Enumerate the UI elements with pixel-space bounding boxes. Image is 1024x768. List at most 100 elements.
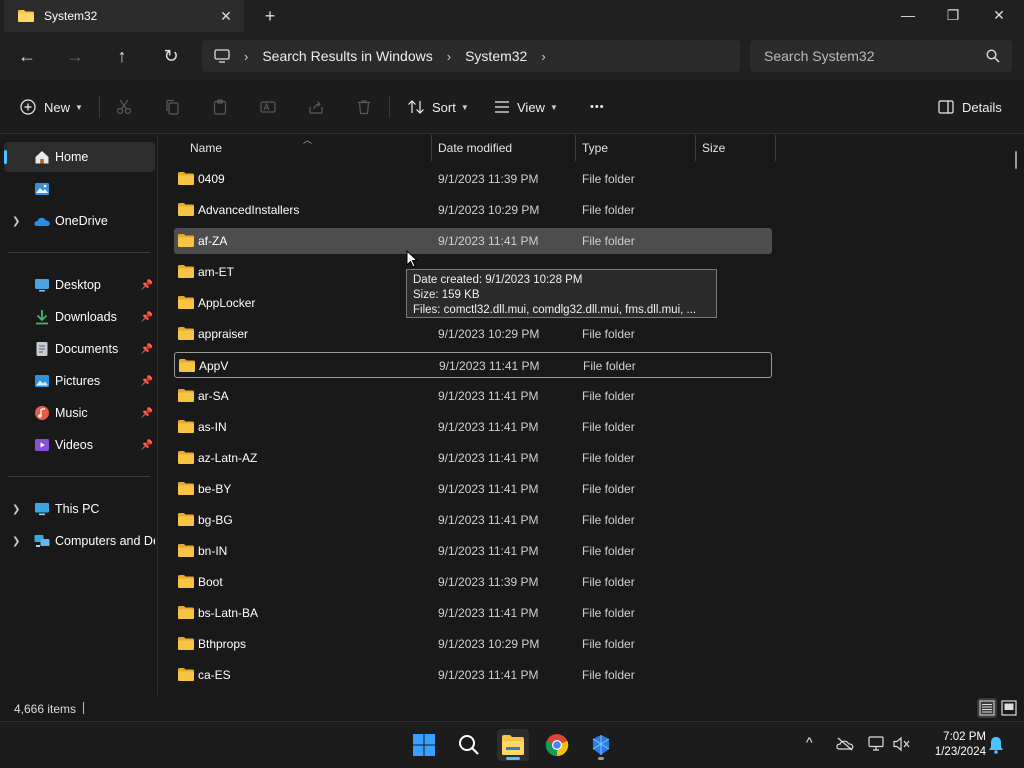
copy-button[interactable] xyxy=(164,96,180,118)
cut-button[interactable] xyxy=(116,96,132,118)
rename-icon xyxy=(260,101,276,113)
pin-icon[interactable]: 📌 xyxy=(141,408,153,419)
file-row[interactable]: bs-Latn-BA 9/1/2023 11:41 PM File folder xyxy=(174,600,772,626)
share-button[interactable] xyxy=(308,96,324,118)
file-row[interactable]: Bthprops 9/1/2023 10:29 PM File folder xyxy=(174,631,772,657)
sidebar-item-label: Documents xyxy=(55,342,119,356)
file-row[interactable]: Boot 9/1/2023 11:39 PM File folder xyxy=(174,569,772,595)
sidebar-item-documents[interactable]: Documents 📌 xyxy=(4,334,155,364)
network-status-icon[interactable] xyxy=(868,736,886,752)
column-header-size[interactable]: Size xyxy=(702,141,725,155)
file-date-modified: 9/1/2023 11:41 PM xyxy=(438,668,539,682)
new-button[interactable]: New ▼ xyxy=(20,96,83,118)
view-button[interactable]: View ▼ xyxy=(494,96,558,118)
file-name: ar-SA xyxy=(198,389,229,403)
taskbar-search-button[interactable] xyxy=(453,729,485,761)
folder-icon xyxy=(178,389,194,402)
more-options-button[interactable]: ••• xyxy=(590,96,605,118)
view-label: View xyxy=(517,99,545,115)
column-header-date[interactable]: Date modified xyxy=(438,141,512,155)
volume-muted-icon[interactable] xyxy=(893,736,911,752)
sidebar-item-downloads[interactable]: Downloads 📌 xyxy=(4,302,155,332)
tab-close-button[interactable]: ✕ xyxy=(218,8,234,24)
this-pc-icon xyxy=(35,503,49,516)
sort-button[interactable]: Sort ▼ xyxy=(407,96,469,118)
sidebar-item-music[interactable]: Music 📌 xyxy=(4,398,155,428)
file-type: File folder xyxy=(582,327,635,341)
details-button[interactable]: Details xyxy=(938,96,1002,118)
file-name: 0409 xyxy=(198,172,225,186)
sidebar-item-label: This PC xyxy=(55,502,100,516)
close-window-button[interactable]: ✕ xyxy=(976,0,1022,30)
vertical-scrollbar[interactable] xyxy=(1015,151,1017,169)
rename-button[interactable] xyxy=(260,96,276,118)
divider xyxy=(8,252,150,253)
column-divider[interactable] xyxy=(775,135,776,161)
pin-icon[interactable]: 📌 xyxy=(141,376,153,387)
tray-overflow-button[interactable]: ^ xyxy=(806,734,813,750)
file-row[interactable]: af-ZA 9/1/2023 11:41 PM File folder xyxy=(174,228,772,254)
file-row[interactable]: AppV 9/1/2023 11:41 PM File folder xyxy=(174,352,772,378)
file-row[interactable]: be-BY 9/1/2023 11:41 PM File folder xyxy=(174,476,772,502)
column-divider[interactable] xyxy=(695,135,696,161)
back-button[interactable]: ← xyxy=(14,44,40,68)
notification-bell-icon[interactable] xyxy=(988,736,1004,754)
taskbar-chrome[interactable] xyxy=(541,729,573,761)
refresh-button[interactable]: ↻ xyxy=(158,44,184,68)
sidebar-item-onedrive[interactable]: ❯ OneDrive xyxy=(4,206,155,236)
file-row[interactable]: ar-SA 9/1/2023 11:41 PM File folder xyxy=(174,383,772,409)
file-row[interactable]: 0409 9/1/2023 11:39 PM File folder xyxy=(174,166,772,192)
minimize-button[interactable]: — xyxy=(885,0,931,30)
address-bar[interactable]: › Search Results in Windows › System32 › xyxy=(202,40,740,72)
taskbar-file-explorer[interactable] xyxy=(497,729,529,761)
folder-icon xyxy=(178,327,194,340)
delete-button[interactable] xyxy=(356,96,372,118)
file-row[interactable]: appraiser 9/1/2023 10:29 PM File folder xyxy=(174,321,772,347)
file-row[interactable]: bn-IN 9/1/2023 11:41 PM File folder xyxy=(174,538,772,564)
system-clock[interactable]: 7:02 PM 1/23/2024 xyxy=(920,730,986,760)
sidebar-item-this-pc[interactable]: ❯ This PC xyxy=(4,494,155,524)
breadcrumb-search-results[interactable]: Search Results in Windows xyxy=(262,48,432,64)
search-input[interactable]: Search System32 xyxy=(750,40,1012,72)
folder-icon xyxy=(179,359,195,372)
paste-button[interactable] xyxy=(212,96,228,118)
up-button[interactable]: ↑ xyxy=(109,44,135,68)
onedrive-offline-icon[interactable] xyxy=(836,737,854,751)
start-button[interactable] xyxy=(408,729,440,761)
large-icons-view-button[interactable] xyxy=(999,698,1019,718)
pin-icon[interactable]: 📌 xyxy=(141,312,153,323)
maximize-button[interactable]: ❐ xyxy=(930,0,976,30)
column-header-type[interactable]: Type xyxy=(582,141,608,155)
new-tab-button[interactable]: + xyxy=(262,7,278,25)
pin-icon[interactable]: 📌 xyxy=(141,440,153,451)
folder-icon xyxy=(178,606,194,619)
column-divider[interactable] xyxy=(575,135,576,161)
file-row[interactable]: ca-ES 9/1/2023 11:41 PM File folder xyxy=(174,662,772,688)
pin-icon[interactable]: 📌 xyxy=(141,280,153,291)
breadcrumb-system32[interactable]: System32 xyxy=(465,48,527,64)
folder-icon xyxy=(178,513,194,526)
sidebar-item-desktop[interactable]: Desktop 📌 xyxy=(4,270,155,300)
taskbar-app[interactable] xyxy=(585,729,617,761)
sidebar-item-gallery[interactable] xyxy=(4,174,155,204)
pin-icon[interactable]: 📌 xyxy=(141,344,153,355)
sidebar-item-pictures[interactable]: Pictures 📌 xyxy=(4,366,155,396)
forward-button[interactable]: → xyxy=(62,44,88,68)
tab-system32[interactable]: System32 ✕ xyxy=(4,0,244,32)
sidebar-item-home[interactable]: Home xyxy=(4,142,155,172)
column-divider[interactable] xyxy=(431,135,432,161)
folder-icon xyxy=(178,451,194,464)
tooltip-size: Size: 159 KB xyxy=(413,289,480,301)
details-view-button[interactable] xyxy=(977,698,997,718)
file-row[interactable]: AdvancedInstallers 9/1/2023 10:29 PM File … xyxy=(174,197,772,223)
file-row[interactable]: bg-BG 9/1/2023 11:41 PM File folder xyxy=(174,507,772,533)
file-row[interactable]: as-IN 9/1/2023 11:41 PM File folder xyxy=(174,414,772,440)
sidebar-item-network[interactable]: ❯ Computers and Devices xyxy=(4,526,155,556)
file-name: bn-IN xyxy=(198,544,228,558)
file-type: File folder xyxy=(583,359,636,373)
breadcrumb-separator: › xyxy=(541,48,546,64)
column-header-name[interactable]: Name xyxy=(190,141,222,155)
status-bar: 4,666 items xyxy=(0,695,1024,721)
sidebar-item-videos[interactable]: Videos 📌 xyxy=(4,430,155,460)
file-row[interactable]: az-Latn-AZ 9/1/2023 11:41 PM File folder xyxy=(174,445,772,471)
